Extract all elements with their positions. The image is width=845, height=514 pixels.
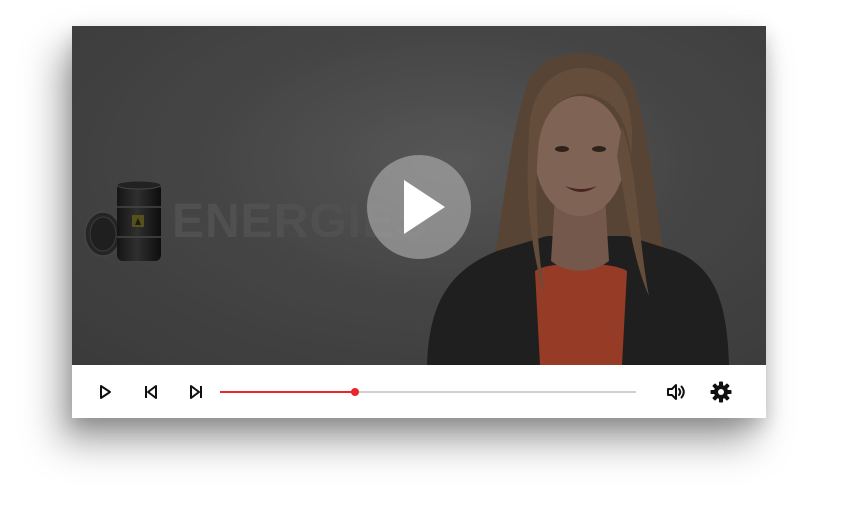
progress-fill	[220, 391, 356, 393]
play-button[interactable]	[93, 380, 117, 404]
skip-next-icon	[190, 385, 202, 399]
progress-knob[interactable]	[351, 388, 360, 396]
control-bar	[72, 365, 766, 418]
next-button[interactable]	[184, 380, 208, 404]
settings-button[interactable]	[709, 380, 733, 404]
progress-bar[interactable]	[220, 388, 636, 396]
settings-gear-icon	[710, 381, 732, 403]
previous-button[interactable]	[139, 380, 163, 404]
big-play-button[interactable]	[367, 155, 471, 259]
play-icon	[100, 385, 111, 399]
video-frame[interactable]: ENERGIES	[72, 26, 766, 365]
video-player: ENERGIES	[72, 26, 766, 418]
play-icon	[404, 180, 445, 234]
skip-previous-icon	[145, 385, 157, 399]
volume-button[interactable]	[664, 380, 688, 404]
volume-icon	[667, 384, 685, 400]
